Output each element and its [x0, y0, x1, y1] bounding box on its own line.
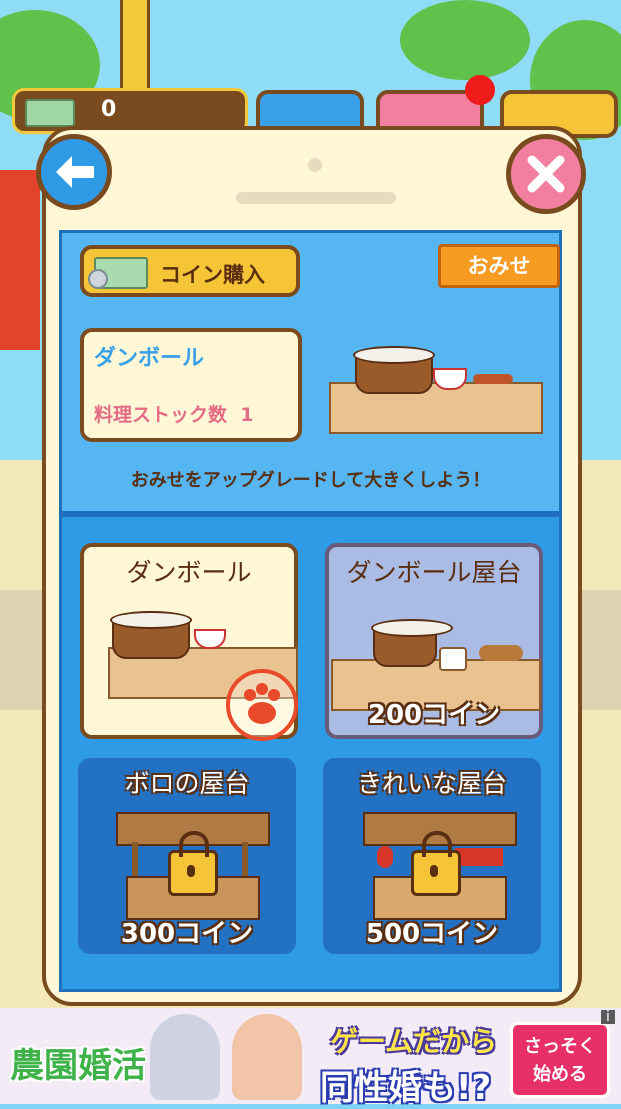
- coin-count: 0: [101, 97, 117, 122]
- upgrade-price: 200コイン: [367, 700, 501, 730]
- lock-icon: [411, 831, 461, 896]
- close-icon: [527, 155, 565, 193]
- upgrade-card-cardboard-stall[interactable]: ダンボール屋台 200コイン: [325, 543, 543, 739]
- food-bowl: [194, 629, 226, 649]
- banknote-icon: [25, 99, 75, 127]
- buy-coins-label: コイン購入: [160, 263, 265, 287]
- back-button[interactable]: [36, 134, 112, 210]
- stock-value: 1: [240, 404, 254, 426]
- lantern: [377, 846, 393, 868]
- tree: [400, 0, 530, 80]
- building-wall: [0, 170, 40, 350]
- banknote-icon: [88, 257, 148, 289]
- current-shop-illustration: [325, 330, 545, 450]
- close-button[interactable]: [506, 134, 586, 214]
- upgrade-hint: おみせをアップグレードして大きくしよう！: [130, 470, 491, 491]
- ad-banner[interactable]: 農園婚活 ゲームだから 同性婚も!? さっそく 始める i: [0, 1008, 621, 1108]
- upgrade-name: ダンボール: [126, 558, 252, 587]
- upgrade-card-shabby-stall[interactable]: ボロの屋台 300コイン: [78, 758, 296, 954]
- rice-tub: [371, 619, 453, 667]
- stall-post: [132, 842, 138, 876]
- lock-icon: [168, 831, 218, 896]
- takoyaki: [479, 645, 523, 661]
- upgrade-name: ボロの屋台: [124, 769, 250, 798]
- upgrade-name: きれいな屋台: [356, 769, 507, 798]
- stall-banner: [455, 848, 503, 866]
- paw-icon: [244, 683, 280, 724]
- buy-coins-button[interactable]: コイン購入: [80, 245, 300, 297]
- ad-info-icon[interactable]: i: [601, 1010, 615, 1024]
- stock-label: 料理ストック数: [94, 404, 228, 426]
- stall-post: [242, 842, 248, 876]
- current-shop-info: ダンボール 料理ストック数 1: [80, 328, 302, 442]
- stock-count: 料理ストック数 1: [94, 400, 253, 427]
- ad-cta-label: さっそく: [524, 1036, 596, 1057]
- shop-name: ダンボール: [94, 346, 205, 371]
- back-arrow-icon: [56, 156, 94, 188]
- owned-paw-badge: [226, 669, 298, 741]
- ad-cta-label: 始める: [533, 1064, 587, 1085]
- rice-tub: [110, 611, 192, 659]
- upgrade-card-cardboard[interactable]: ダンボール: [80, 543, 298, 741]
- upgrade-price: 300コイン: [120, 919, 254, 949]
- ad-cta-button[interactable]: さっそく 始める: [510, 1022, 610, 1098]
- notification-dot: [465, 75, 495, 105]
- upgrade-card-nice-stall[interactable]: きれいな屋台 500コイン: [323, 758, 541, 954]
- upgrade-price: 500コイン: [365, 919, 499, 949]
- upgrade-name: ダンボール屋台: [346, 558, 522, 587]
- food-bowl: [433, 368, 467, 390]
- ad-character: [150, 1014, 220, 1100]
- divider: [62, 511, 559, 517]
- plates: [439, 647, 467, 671]
- dialog-decoration: [308, 158, 322, 172]
- ad-brand: 農園婚活: [10, 1046, 146, 1086]
- grilled-food: [473, 374, 513, 384]
- ad-headline: 同性婚も!?: [320, 1068, 492, 1108]
- ad-headline: ゲームだから: [330, 1025, 498, 1058]
- shop-button[interactable]: おみせ: [438, 244, 560, 288]
- ad-character: [232, 1014, 302, 1100]
- dialog-decoration: [236, 192, 396, 204]
- rice-tub: [353, 346, 435, 394]
